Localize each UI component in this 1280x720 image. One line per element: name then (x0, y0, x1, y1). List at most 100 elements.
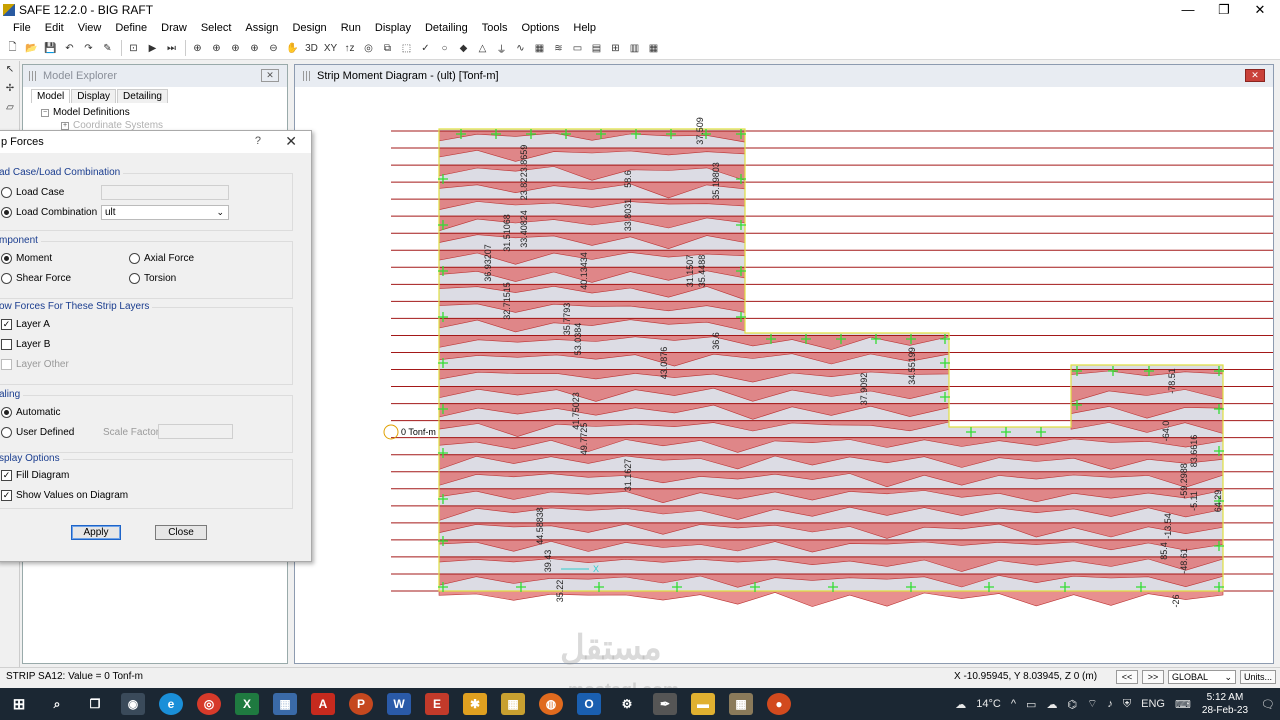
pointer-icon[interactable]: ↖ (2, 64, 18, 80)
notification-icon[interactable]: 🗨 (1261, 698, 1275, 711)
show-values-checkbox[interactable]: ✓ Show Values on Diagram (1, 490, 128, 501)
checkbox-icon[interactable] (1, 339, 12, 350)
sap-icon[interactable]: ✱ (463, 693, 487, 715)
layer-a-checkbox[interactable]: ✓ Layer A (1, 319, 50, 330)
scale-factor-input[interactable] (158, 424, 233, 439)
help-button[interactable]: ? (255, 135, 261, 147)
language-indicator[interactable]: ENG (1141, 698, 1165, 710)
store-icon[interactable]: ▦ (273, 693, 297, 715)
outlook-icon[interactable]: O (577, 693, 601, 715)
chrome-icon[interactable]: ◎ (197, 693, 221, 715)
menu-edit[interactable]: Edit (38, 22, 71, 34)
edge-icon[interactable]: e (159, 693, 183, 715)
menu-assign[interactable]: Assign (238, 22, 285, 34)
battery-icon[interactable]: ▭ (1026, 698, 1036, 711)
perspective-icon[interactable]: ⧉ (379, 40, 396, 57)
next-button[interactable]: >> (1142, 670, 1164, 684)
strip-moment-canvas[interactable]: 0 Tonf-m X 23.865923.82 33.40824 31.51068 36.… (295, 87, 1273, 663)
fill-diagram-checkbox[interactable]: ✓ Fill Diagram (1, 470, 69, 481)
input-icon[interactable]: ⌨ (1175, 698, 1191, 711)
contour-icon[interactable]: ▦ (531, 40, 548, 57)
check-icon[interactable]: ✓ (417, 40, 434, 57)
radio-icon[interactable] (1, 407, 12, 418)
safe-active-icon[interactable]: ▦ (729, 693, 753, 715)
radio-icon[interactable] (129, 273, 140, 284)
check-icon[interactable]: ✓ (1, 470, 12, 481)
menu-options[interactable]: Options (514, 22, 566, 34)
torsion-radio[interactable]: Torsion (129, 273, 176, 284)
rotate-icon[interactable]: ◎ (360, 40, 377, 57)
load-combination-radio[interactable]: Load Combination (1, 207, 97, 218)
section-cut-icon[interactable]: ⊞ (607, 40, 624, 57)
menu-view[interactable]: View (71, 22, 109, 34)
check-icon[interactable]: ✓ (1, 319, 12, 330)
firefox-icon[interactable]: ◍ (539, 693, 563, 715)
user-defined-radio[interactable]: User Defined (1, 427, 74, 438)
onedrive-icon[interactable]: ☁ (1046, 698, 1057, 711)
view-3d-icon[interactable]: 3D (303, 40, 320, 57)
menu-draw[interactable]: Draw (154, 22, 194, 34)
powerpoint-icon[interactable]: P (349, 693, 373, 715)
radio-icon[interactable] (1, 253, 12, 264)
camera-app-icon[interactable]: ◉ (121, 693, 145, 715)
file-explorer-icon[interactable]: ▬ (691, 693, 715, 715)
open-folder-icon[interactable]: 📂 (23, 40, 40, 57)
layer-b-checkbox[interactable]: Layer B (1, 339, 50, 350)
undo-icon[interactable]: ↶ (61, 40, 78, 57)
close-button[interactable]: ✕ (1242, 0, 1278, 19)
run-icon[interactable]: ▶ (144, 40, 161, 57)
units-button[interactable]: Units... (1240, 670, 1276, 684)
menu-define[interactable]: Define (108, 22, 154, 34)
radio-icon[interactable] (1, 207, 12, 218)
load-combination-select[interactable]: ult ⌄ (101, 205, 229, 220)
pencil-icon[interactable]: ✎ (99, 40, 116, 57)
support-icon[interactable]: ⏚ (493, 40, 510, 57)
close-dialog-button[interactable]: Close (155, 525, 207, 540)
zoom-out-icon[interactable]: ⊖ (265, 40, 282, 57)
chevron-up-icon[interactable]: ^ (1011, 698, 1016, 710)
table-icon[interactable]: ▦ (645, 40, 662, 57)
chevron-down-icon[interactable]: ⌄ (216, 206, 224, 219)
load-case-select[interactable] (101, 185, 229, 200)
apply-button[interactable]: Apply (71, 525, 121, 540)
coordinate-system-select[interactable]: GLOBAL ⌄ (1168, 670, 1236, 684)
beam-forces-icon[interactable]: ▭ (569, 40, 586, 57)
new-file-icon[interactable]: 🗋 (4, 40, 21, 57)
triangle-icon[interactable]: △ (474, 40, 491, 57)
lock-icon[interactable]: ⊡ (125, 40, 142, 57)
acrobat-icon[interactable]: A (311, 693, 335, 715)
zoom-window-icon[interactable]: ⊕ (189, 40, 206, 57)
wifi-icon[interactable]: ⌔ (1087, 697, 1097, 711)
select-icon[interactable]: ⬚ (398, 40, 415, 57)
excel-icon[interactable]: X (235, 693, 259, 715)
weather-icon[interactable]: ☁ (955, 698, 966, 711)
minimize-button[interactable]: — (1170, 0, 1206, 19)
axial-force-radio[interactable]: Axial Force (129, 253, 194, 264)
menu-detailing[interactable]: Detailing (418, 22, 475, 34)
tab-display[interactable]: Display (71, 89, 117, 103)
view-xy-icon[interactable]: XY (322, 40, 339, 57)
safe-icon[interactable]: ▦ (501, 693, 525, 715)
menu-help[interactable]: Help (566, 22, 603, 34)
automatic-radio[interactable]: Automatic (1, 407, 60, 418)
previous-button[interactable]: << (1116, 670, 1138, 684)
redo-icon[interactable]: ↷ (80, 40, 97, 57)
tab-detailing[interactable]: Detailing (117, 89, 168, 103)
task-view-icon[interactable]: ❐ (83, 693, 107, 715)
maximize-button[interactable]: ❐ (1206, 0, 1242, 19)
slab-forces-icon[interactable]: ▤ (588, 40, 605, 57)
shear-force-radio[interactable]: Shear Force (1, 273, 71, 284)
layer-other-checkbox[interactable]: Layer Other (1, 359, 69, 370)
menu-run[interactable]: Run (334, 22, 368, 34)
chevron-down-icon[interactable]: ⌄ (1224, 671, 1232, 683)
fill-icon[interactable]: ◆ (455, 40, 472, 57)
etabs-icon[interactable]: E (425, 693, 449, 715)
draw-point-icon[interactable]: ✢ (2, 83, 18, 99)
windows-start-icon[interactable]: ⊞ (7, 693, 31, 715)
tab-model[interactable]: Model (31, 89, 71, 103)
dialog-close-button[interactable]: ✕ (285, 133, 297, 150)
menu-display[interactable]: Display (368, 22, 418, 34)
pan-icon[interactable]: ✋ (284, 40, 301, 57)
run-all-icon[interactable]: ⏭ (163, 40, 180, 57)
word-icon[interactable]: W (387, 693, 411, 715)
